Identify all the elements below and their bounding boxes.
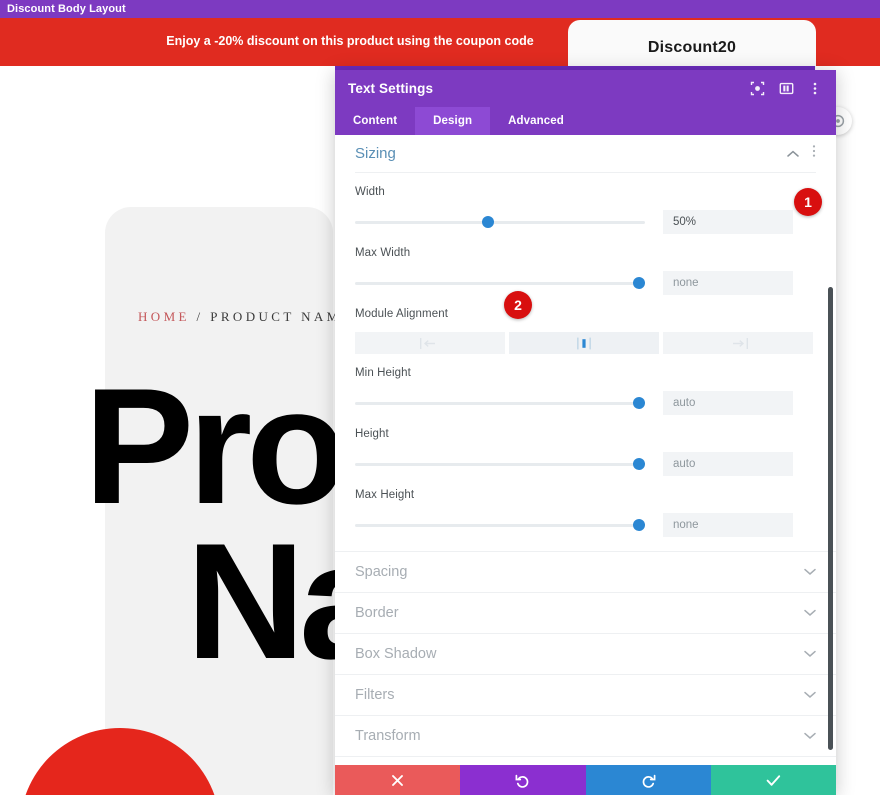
width-slider[interactable] [355,216,645,228]
field-width: Width 50% [355,173,816,234]
section-animation[interactable]: Animation [335,757,836,765]
redo-button[interactable] [585,765,711,795]
more-options-icon[interactable] [812,144,816,163]
field-min-height-label: Min Height [355,367,411,379]
breadcrumb-separator: / [196,309,204,324]
align-right-button[interactable] [663,332,813,354]
tab-design[interactable]: Design [415,107,491,135]
modal-footer [335,765,836,795]
chevron-down-icon [804,563,816,581]
align-right-icon [733,337,748,349]
field-height: Height auto [355,415,816,476]
focus-target-icon[interactable] [749,81,765,97]
max-width-slider-track [355,282,645,285]
annotation-badge-1: 1 [794,188,822,216]
height-slider-knob[interactable] [633,458,646,470]
collapsed-sections: Spacing Border Box Shadow Filters Transf… [335,551,836,765]
redo-icon [642,774,656,788]
align-center-button[interactable] [509,332,659,354]
section-sizing-header[interactable]: Sizing [355,135,816,173]
breadcrumb-current: PRODUCT NAM [210,309,342,324]
tab-advanced[interactable]: Advanced [490,107,582,135]
chevron-down-icon [804,645,816,663]
height-value-input[interactable]: auto [663,452,793,476]
width-slider-knob[interactable] [482,216,495,228]
min-height-value-input[interactable]: auto [663,391,793,415]
align-center-icon [577,337,591,349]
modal-body: Sizing Width 50% Max Width none Module A… [335,135,836,765]
chevron-down-icon [804,686,816,704]
height-slider-track [355,463,645,466]
field-module-alignment-label: Module Alignment [355,308,449,320]
section-border-label: Border [355,605,399,621]
min-height-slider-knob[interactable] [633,397,646,409]
max-height-slider-knob[interactable] [633,519,646,531]
max-width-value-input[interactable]: none [663,271,793,295]
chevron-down-icon [804,727,816,745]
align-left-icon [420,337,435,349]
section-filters-label: Filters [355,687,395,703]
chevron-down-icon [804,604,816,622]
tab-content[interactable]: Content [335,107,415,135]
modal-header: Text Settings [335,70,836,107]
annotation-badge-2: 2 [504,291,532,319]
max-height-slider[interactable] [355,519,646,531]
modal-header-actions [749,81,823,97]
panel-layout-icon[interactable] [778,81,794,97]
section-box-shadow-label: Box Shadow [355,646,437,662]
section-sizing-actions [787,144,816,163]
align-left-button[interactable] [355,332,505,354]
field-max-height-label: Max Height [355,489,415,501]
height-slider[interactable] [355,458,646,470]
close-icon [392,774,404,786]
field-max-height: Max Height none [355,476,816,537]
max-height-slider-track [355,524,645,527]
modal-tabs: Content Design Advanced [335,107,836,135]
field-module-alignment: Module Alignment [355,295,816,354]
discard-button[interactable] [335,765,461,795]
section-box-shadow[interactable]: Box Shadow [335,634,836,675]
width-value-input[interactable]: 50% [663,210,793,234]
text-settings-modal: Text Settings Content Design Advanced Si… [335,70,836,795]
field-max-width: Max Width none [355,234,816,295]
section-spacing-label: Spacing [355,564,408,580]
section-transform[interactable]: Transform [335,716,836,757]
coupon-code-label: Discount20 [647,39,737,56]
check-icon [766,774,781,786]
section-filters[interactable]: Filters [335,675,836,716]
layout-bar-label: Discount Body Layout [7,3,126,15]
module-alignment-group [355,332,813,354]
builder-layout-bar: Discount Body Layout [0,0,880,18]
screen: HOME / PRODUCT NAM Pro Na Summary Discou… [0,0,880,795]
field-max-width-label: Max Width [355,247,411,259]
more-options-icon[interactable] [807,81,823,97]
section-transform-label: Transform [355,728,421,744]
undo-icon [515,774,529,788]
save-button[interactable] [710,765,836,795]
max-height-value-input[interactable]: none [663,513,793,537]
field-height-label: Height [355,428,389,440]
max-width-slider[interactable] [355,277,646,289]
modal-title: Text Settings [348,81,434,96]
undo-button[interactable] [460,765,586,795]
chevron-up-icon[interactable] [787,145,799,163]
modal-scrollbar[interactable] [828,287,833,750]
width-slider-track [355,221,645,224]
min-height-slider-track [355,402,645,405]
min-height-slider[interactable] [355,397,646,409]
field-width-label: Width [355,186,385,198]
hero-heading-line-1: Pro [84,354,347,538]
section-sizing-title: Sizing [355,145,396,162]
max-width-slider-knob[interactable] [633,277,646,289]
section-sizing: Sizing Width 50% Max Width none Module A… [335,135,836,537]
breadcrumb-home-link[interactable]: HOME [138,309,190,324]
section-border[interactable]: Border [335,593,836,634]
field-min-height: Min Height auto [355,354,816,415]
section-spacing[interactable]: Spacing [335,552,836,593]
